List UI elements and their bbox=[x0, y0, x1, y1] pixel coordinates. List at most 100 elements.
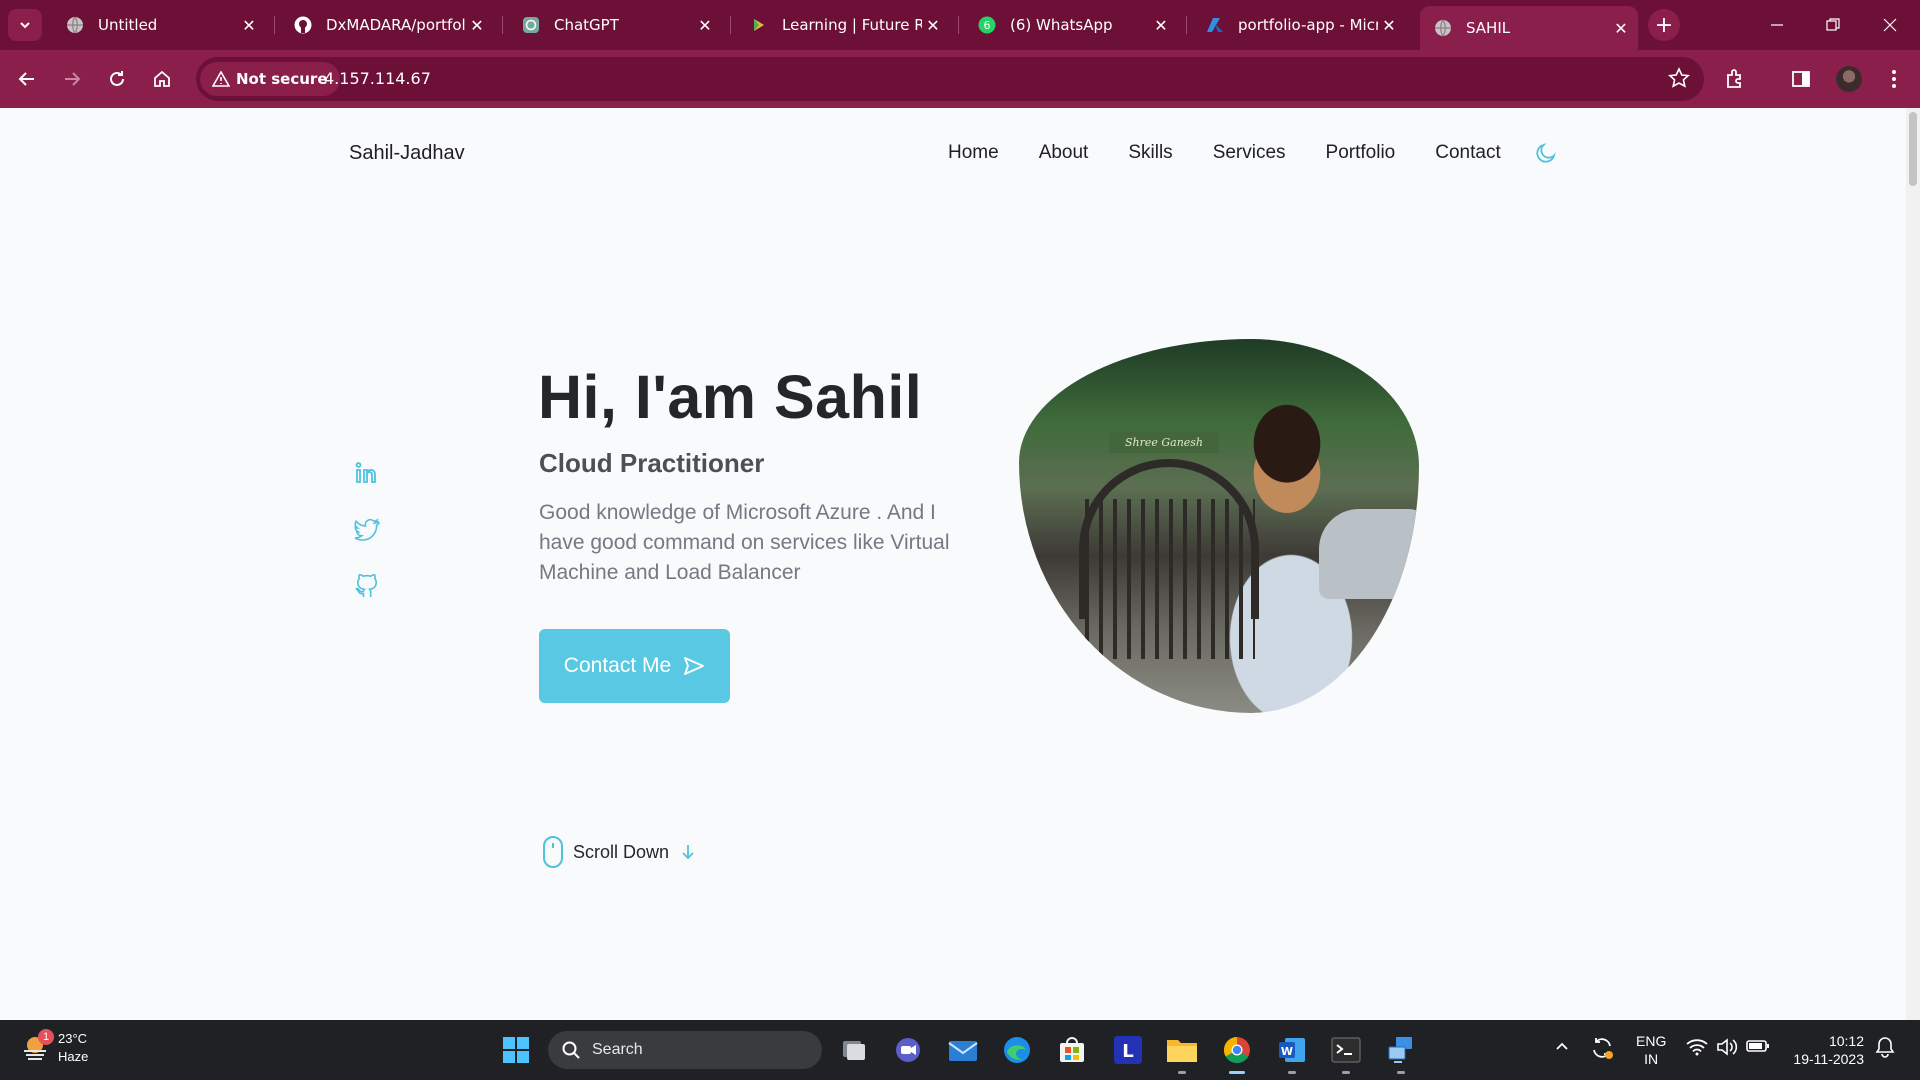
forward-button[interactable] bbox=[55, 62, 89, 96]
nav-about[interactable]: About bbox=[1039, 142, 1089, 164]
chevron-down-icon bbox=[20, 22, 30, 29]
arrow-down-icon bbox=[682, 845, 694, 860]
moon-icon bbox=[1536, 143, 1556, 163]
nav-portfolio[interactable]: Portfolio bbox=[1326, 142, 1396, 164]
close-tab-icon[interactable]: ✕ bbox=[466, 14, 488, 36]
address-bar[interactable]: Not secure 4.157.114.67 bbox=[196, 57, 1704, 101]
chevron-up-icon bbox=[1556, 1042, 1568, 1050]
arrow-right-icon bbox=[65, 72, 81, 86]
linkedin-icon[interactable] bbox=[354, 460, 380, 486]
github-icon bbox=[294, 16, 312, 34]
scrollbar-thumb[interactable] bbox=[1909, 112, 1917, 186]
file-explorer-app[interactable] bbox=[1164, 1032, 1200, 1074]
microsoft-store-app[interactable] bbox=[1054, 1032, 1090, 1068]
word-icon: W bbox=[1279, 1038, 1305, 1062]
tab-untitled[interactable]: Untitled ✕ bbox=[52, 8, 266, 42]
site-logo[interactable]: Sahil-Jadhav bbox=[349, 142, 465, 165]
windows-taskbar: 1 23°C Haze Search L W ENG IN 10:12 19-1… bbox=[0, 1020, 1920, 1080]
twitter-icon[interactable] bbox=[354, 517, 381, 543]
restore-button[interactable] bbox=[1813, 10, 1853, 40]
remote-desktop-app[interactable] bbox=[1383, 1032, 1419, 1074]
warning-icon bbox=[212, 71, 230, 87]
close-tab-icon[interactable]: ✕ bbox=[1610, 17, 1632, 39]
teams-chat-app[interactable] bbox=[890, 1032, 926, 1068]
tab-github-portfolio[interactable]: DxMADARA/portfolio ✕ bbox=[280, 8, 494, 42]
mouse-icon bbox=[543, 836, 563, 868]
tab-chatgpt[interactable]: ChatGPT ✕ bbox=[508, 8, 722, 42]
language-indicator[interactable]: ENG IN bbox=[1636, 1032, 1666, 1068]
tab-separator bbox=[1186, 16, 1187, 34]
tab-whatsapp[interactable]: 6 (6) WhatsApp ✕ bbox=[964, 8, 1178, 42]
theme-toggle-button[interactable] bbox=[1534, 141, 1558, 169]
show-hidden-icons-button[interactable] bbox=[1554, 1038, 1570, 1059]
contact-me-label: Contact Me bbox=[563, 654, 672, 677]
tab-sahil-active[interactable]: SAHIL ✕ bbox=[1420, 6, 1638, 50]
site-security-chip[interactable]: Not secure bbox=[200, 62, 340, 96]
weather-widget[interactable]: 1 23°C Haze bbox=[20, 1029, 88, 1066]
minimize-icon bbox=[1771, 24, 1783, 26]
running-indicator bbox=[1397, 1071, 1405, 1074]
wifi-button[interactable] bbox=[1686, 1038, 1708, 1061]
extensions-button[interactable] bbox=[1720, 64, 1750, 94]
azure-icon bbox=[1206, 16, 1224, 34]
tab-learning[interactable]: Learning | Future Rea ✕ bbox=[736, 8, 950, 42]
side-panel-button[interactable] bbox=[1786, 64, 1816, 94]
nav-services[interactable]: Services bbox=[1213, 142, 1286, 164]
home-icon bbox=[154, 70, 170, 87]
globe-icon bbox=[1434, 19, 1452, 37]
chrome-app[interactable] bbox=[1219, 1032, 1255, 1074]
home-button[interactable] bbox=[145, 62, 179, 96]
volume-button[interactable] bbox=[1716, 1038, 1738, 1061]
close-tab-icon[interactable]: ✕ bbox=[922, 14, 944, 36]
task-view-button[interactable] bbox=[836, 1032, 872, 1068]
close-tab-icon[interactable]: ✕ bbox=[1150, 14, 1172, 36]
running-indicator bbox=[1178, 1071, 1186, 1074]
taskbar-search[interactable]: Search bbox=[548, 1031, 822, 1069]
nav-skills[interactable]: Skills bbox=[1128, 142, 1172, 164]
back-button[interactable] bbox=[10, 62, 44, 96]
wifi-icon bbox=[1686, 1039, 1708, 1056]
start-button[interactable] bbox=[498, 1032, 534, 1068]
minimize-button[interactable] bbox=[1757, 10, 1797, 40]
tab-search-button[interactable] bbox=[8, 9, 42, 41]
mail-app[interactable] bbox=[945, 1032, 981, 1068]
edge-app[interactable] bbox=[999, 1032, 1035, 1068]
github-icon[interactable] bbox=[354, 573, 380, 600]
notifications-button[interactable] bbox=[1875, 1036, 1895, 1063]
word-app[interactable]: W bbox=[1274, 1032, 1310, 1074]
nav-home[interactable]: Home bbox=[948, 142, 999, 164]
tab-azure-portfolio-app[interactable]: portfolio-app - Micro ✕ bbox=[1192, 8, 1406, 42]
search-icon bbox=[562, 1041, 580, 1059]
battery-button[interactable] bbox=[1746, 1038, 1770, 1059]
system-clock[interactable]: 10:12 19-11-2023 bbox=[1784, 1032, 1864, 1068]
reload-button[interactable] bbox=[100, 62, 134, 96]
close-icon bbox=[1883, 18, 1897, 32]
l-app[interactable]: L bbox=[1110, 1032, 1146, 1068]
search-placeholder: Search bbox=[592, 1041, 643, 1058]
contact-me-button[interactable]: Contact Me bbox=[539, 629, 730, 703]
close-tab-icon[interactable]: ✕ bbox=[1378, 14, 1400, 36]
tab-title: SAHIL bbox=[1466, 19, 1511, 37]
sync-tray-button[interactable] bbox=[1590, 1036, 1614, 1065]
browser-menu-button[interactable] bbox=[1879, 64, 1909, 94]
weather-temperature: 23°C bbox=[58, 1031, 88, 1046]
url-text[interactable]: 4.157.114.67 bbox=[324, 69, 431, 88]
nav-contact[interactable]: Contact bbox=[1435, 142, 1500, 164]
terminal-app[interactable] bbox=[1328, 1032, 1364, 1074]
reload-icon bbox=[110, 71, 124, 86]
close-tab-icon[interactable]: ✕ bbox=[694, 14, 716, 36]
browser-toolbar: Not secure 4.157.114.67 bbox=[0, 50, 1920, 108]
clock-date: 19-11-2023 bbox=[1793, 1051, 1864, 1067]
remote-desktop-icon bbox=[1388, 1037, 1412, 1063]
tab-title: DxMADARA/portfolio bbox=[326, 16, 466, 34]
close-tab-icon[interactable]: ✕ bbox=[238, 14, 260, 36]
close-window-button[interactable] bbox=[1870, 10, 1910, 40]
profile-avatar[interactable] bbox=[1836, 66, 1862, 92]
language-line1: ENG bbox=[1636, 1033, 1667, 1049]
scroll-down-link[interactable]: Scroll Down bbox=[541, 835, 695, 869]
kebab-menu-icon bbox=[1892, 70, 1896, 88]
star-icon bbox=[1667, 67, 1691, 88]
page-scrollbar[interactable] bbox=[1906, 108, 1920, 1020]
new-tab-button[interactable]: + bbox=[1648, 9, 1680, 41]
bookmark-button[interactable] bbox=[1667, 67, 1691, 93]
